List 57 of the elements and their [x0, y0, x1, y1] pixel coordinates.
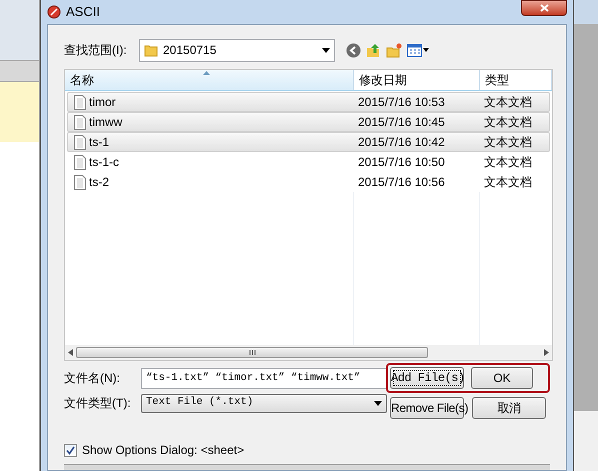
file-row[interactable]: timww 2015/7/16 10:45 文本文档 [67, 112, 550, 132]
look-in-dropdown[interactable]: 20150715 [139, 38, 335, 62]
show-options-label: Show Options Dialog: <sheet> [82, 442, 244, 459]
file-date: 2015/7/16 10:42 [357, 134, 446, 151]
document-icon [74, 174, 86, 190]
file-name: ts-1-c [89, 154, 119, 171]
file-date: 2015/7/16 10:53 [357, 94, 446, 111]
folder-icon [144, 43, 158, 57]
window-title: ASCII [66, 3, 100, 22]
file-row[interactable]: ts-1 2015/7/16 10:42 文本文档 [67, 132, 550, 152]
file-row[interactable]: timor 2015/7/16 10:53 文本文档 [67, 92, 550, 112]
file-name-label: 文件名(N): [64, 370, 121, 387]
file-name: timww [89, 114, 122, 131]
scroll-right-icon[interactable] [544, 349, 549, 356]
close-button[interactable] [521, 0, 567, 16]
column-header[interactable]: 名称 [65, 70, 354, 90]
check-icon [66, 446, 75, 454]
file-name: ts-2 [89, 174, 110, 191]
file-type: 文本文档 [483, 94, 532, 111]
dropdown-arrow-icon [374, 400, 382, 406]
file-name: timor [89, 94, 116, 111]
new-folder-icon[interactable] [386, 42, 402, 58]
view-menu-button[interactable] [407, 44, 429, 56]
document-icon [74, 114, 86, 130]
file-type-dropdown[interactable]: Text File (*.txt) [141, 394, 387, 412]
file-type: 文本文档 [483, 154, 532, 171]
dialog-button[interactable]: Add File(s) [390, 367, 464, 389]
view-icon [407, 44, 422, 56]
file-date: 2015/7/16 10:45 [357, 114, 446, 131]
scrollbar-thumb[interactable] [76, 347, 428, 358]
file-row[interactable]: ts-1-c 2015/7/16 10:50 文本文档 [67, 152, 550, 172]
file-name: ts-1 [89, 134, 110, 151]
show-options-checkbox[interactable] [64, 444, 77, 456]
dropdown-arrow-icon [322, 48, 330, 52]
sort-arrow-icon [203, 71, 210, 75]
file-date: 2015/7/16 10:50 [357, 154, 446, 171]
close-icon [540, 4, 548, 12]
grip-icon [248, 350, 256, 355]
look-in-label: 查找范围(I): [64, 42, 128, 59]
document-icon [74, 154, 86, 170]
dialog-button[interactable]: OK [471, 367, 533, 389]
file-type: 文本文档 [483, 114, 532, 131]
file-row[interactable]: ts-2 2015/7/16 10:56 文本文档 [67, 172, 550, 192]
scroll-left-icon[interactable] [68, 349, 73, 356]
file-type: 文本文档 [483, 174, 532, 191]
document-icon [74, 94, 86, 110]
file-type: 文本文档 [483, 134, 532, 151]
horizontal-scrollbar[interactable] [65, 345, 552, 360]
file-name-field[interactable]: “ts-1.txt” “timor.txt” “timww.txt” [141, 368, 387, 388]
document-icon [74, 134, 86, 150]
file-type-label: 文件类型(T): [64, 395, 132, 412]
file-date: 2015/7/16 10:56 [357, 174, 446, 191]
app-icon [47, 5, 61, 19]
back-icon[interactable] [346, 42, 361, 58]
up-folder-icon[interactable] [366, 42, 381, 58]
dialog-button[interactable]: 取消 [472, 397, 546, 419]
dropdown-arrow-icon [423, 48, 429, 52]
